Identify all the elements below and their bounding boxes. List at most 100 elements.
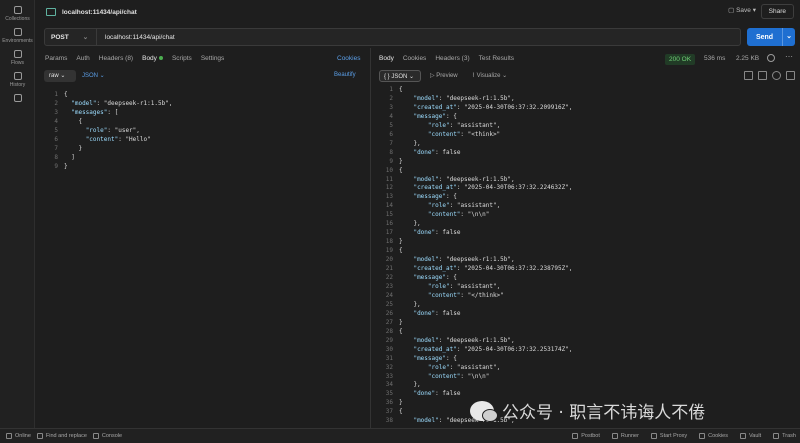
body-format-select[interactable]: JSON ⌄ (82, 72, 105, 79)
vault-button[interactable]: Vault (740, 433, 761, 439)
response-code-line[interactable]: 19 { (375, 247, 572, 256)
link-icon[interactable] (786, 71, 795, 80)
request-code-line[interactable]: 5 "role": "user", (40, 127, 172, 136)
response-code-line[interactable]: 12 "created_at": "2025-04-30T06:37:32.22… (375, 184, 573, 193)
response-code-line[interactable]: 33 "content": "\n\n" (375, 373, 572, 382)
response-code-line[interactable]: 31 "message": { (375, 355, 572, 364)
response-code-line[interactable]: 27} (375, 319, 572, 328)
cookie-icon (699, 433, 706, 439)
request-code-line[interactable]: 4 { (40, 118, 172, 127)
response-code-line[interactable]: 15 "content": "\n\n" (375, 211, 572, 220)
request-code-line[interactable]: 6 "content": "Hello" (40, 136, 172, 145)
response-code-line[interactable]: 9} (375, 158, 572, 167)
request-code-line[interactable]: 3 "messages": [ (40, 109, 172, 118)
url-input[interactable]: localhost:11434/api/chat (97, 34, 175, 41)
request-code-line[interactable]: 2 "model": "deepseek-r1:1.5b", (40, 100, 172, 109)
response-code-line[interactable]: 16 }, (375, 220, 572, 229)
response-code-line[interactable]: 8 "done": false (375, 149, 572, 158)
tab-body[interactable]: Body (142, 55, 163, 62)
tab-scripts[interactable]: Scripts (172, 55, 192, 62)
search-icon[interactable] (772, 71, 781, 80)
save-button[interactable]: ▢ Save ▾ (728, 6, 756, 14)
sidebar-item-environments[interactable]: Environments (0, 28, 35, 44)
tab-test-results[interactable]: Test Results (479, 55, 514, 62)
response-code-line[interactable]: 24 "content": "</think>" (375, 292, 572, 301)
sidebar-item-history[interactable]: History (0, 72, 35, 88)
chevron-down-icon[interactable]: ⌄ (782, 28, 795, 46)
tab-settings[interactable]: Settings (201, 55, 225, 62)
response-code-line[interactable]: 25 }, (375, 301, 572, 310)
sidebar-item-collections[interactable]: Collections (0, 6, 35, 22)
pane-divider[interactable] (370, 48, 371, 428)
tab-headers[interactable]: Headers (8) (99, 55, 133, 62)
response-code-line[interactable]: 7 }, (375, 140, 572, 149)
response-code-line[interactable]: 32 "role": "assistant", (375, 364, 572, 373)
more-options-icon[interactable]: ⋯ (785, 52, 793, 61)
response-code-line[interactable]: 11 "model": "deepseek-r1:1.5b", (375, 176, 572, 185)
sidebar-item-tools[interactable] (0, 94, 35, 102)
response-code-line[interactable]: 10 { (375, 167, 572, 176)
cookies-button[interactable]: Cookies (699, 433, 728, 439)
tab-body-label: Body (142, 55, 157, 62)
send-button[interactable]: Send ⌄ (747, 28, 795, 46)
sidebar-item-flows[interactable]: Flows (0, 50, 35, 66)
response-code-line[interactable]: 13 "message": { (375, 193, 572, 202)
request-code-line[interactable]: 1{ (40, 91, 172, 100)
response-time[interactable]: 536 ms (704, 55, 725, 62)
response-code-line[interactable]: 4 "message": { (375, 113, 572, 122)
copy-icon[interactable] (758, 71, 767, 80)
request-code-line[interactable]: 7 } (40, 145, 172, 154)
response-code-line[interactable]: 2 "model": "deepseek-r1:1.5b", (375, 95, 572, 104)
response-size[interactable]: 2.25 KB (736, 55, 759, 62)
cookies-link[interactable]: Cookies (337, 55, 360, 62)
sidebar-item-label: Collections (5, 16, 30, 22)
start-proxy-button[interactable]: Start Proxy (650, 433, 687, 439)
response-code-line[interactable]: 21 "created_at": "2025-04-30T06:37:32.23… (375, 265, 573, 274)
request-body-editor[interactable]: 1{2 "model": "deepseek-r1:1.5b", 3 "messa… (40, 91, 172, 172)
postbot-button[interactable]: Postbot (572, 433, 600, 439)
beautify-button[interactable]: Beautify (334, 72, 356, 78)
globe-icon[interactable] (767, 54, 775, 62)
response-code-line[interactable]: 26 "done": false (375, 310, 572, 319)
tab-response-body[interactable]: Body (379, 55, 394, 62)
tab-auth[interactable]: Auth (76, 55, 89, 62)
response-code-line[interactable]: 20 "model": "deepseek-r1:1.5b", (375, 256, 572, 265)
response-body-viewer[interactable]: 1{2 "model": "deepseek-r1:1.5b", 3 "creat… (375, 86, 573, 426)
console-button[interactable]: Console (92, 433, 122, 439)
trash-button[interactable]: Trash (773, 433, 796, 439)
tab-params[interactable]: Params (45, 55, 67, 62)
method-select[interactable]: POST ⌄ (45, 29, 97, 45)
tab-response-headers[interactable]: Headers (3) (435, 55, 469, 62)
runner-button[interactable]: Runner (611, 433, 639, 439)
response-code-line[interactable]: 28 { (375, 328, 572, 337)
code-text: "created_at": "2025-04-30T06:37:32.25317… (413, 345, 573, 353)
request-code-line[interactable]: 9} (40, 163, 172, 172)
search-icon (36, 433, 43, 439)
body-mode-select[interactable]: raw ⌄ (44, 70, 76, 82)
visualize-button[interactable]: ⌇ Visualize ⌄ (472, 72, 507, 79)
preview-button[interactable]: ▷ Preview (430, 72, 458, 79)
share-button[interactable]: Share (760, 4, 794, 19)
find-replace-button[interactable]: Find and replace (36, 433, 87, 439)
line-number: 38 (385, 417, 393, 425)
response-code-line[interactable]: 1{ (375, 86, 572, 95)
filter-icon[interactable] (744, 71, 753, 80)
response-code-line[interactable]: 5 "role": "assistant", (375, 122, 572, 131)
response-code-line[interactable]: 14 "role": "assistant", (375, 202, 572, 211)
response-code-line[interactable]: 34 }, (375, 381, 572, 390)
save-label: Save (736, 7, 751, 14)
response-code-line[interactable]: 3 "created_at": "2025-04-30T06:37:32.209… (375, 104, 572, 113)
response-code-line[interactable]: 17 "done": false (375, 229, 572, 238)
request-code-line[interactable]: 8 ] (40, 154, 172, 163)
tab-response-cookies[interactable]: Cookies (403, 55, 426, 62)
response-code-line[interactable]: 23 "role": "assistant", (375, 283, 572, 292)
response-format-select[interactable]: { } JSON ⌄ (379, 70, 421, 82)
response-code-line[interactable]: 30 "created_at": "2025-04-30T06:37:32.25… (375, 345, 573, 355)
status-badge[interactable]: 200 OK (665, 54, 696, 65)
online-status[interactable]: Online (6, 433, 31, 439)
response-code-line[interactable]: 22 "message": { (375, 274, 572, 283)
response-code-line[interactable]: 6 "content": "<think>" (375, 131, 572, 140)
request-title[interactable]: localhost:11434/api/chat (62, 9, 137, 16)
response-code-line[interactable]: 18} (375, 238, 572, 247)
response-code-line[interactable]: 29 "model": "deepseek-r1:1.5b", (375, 337, 572, 346)
